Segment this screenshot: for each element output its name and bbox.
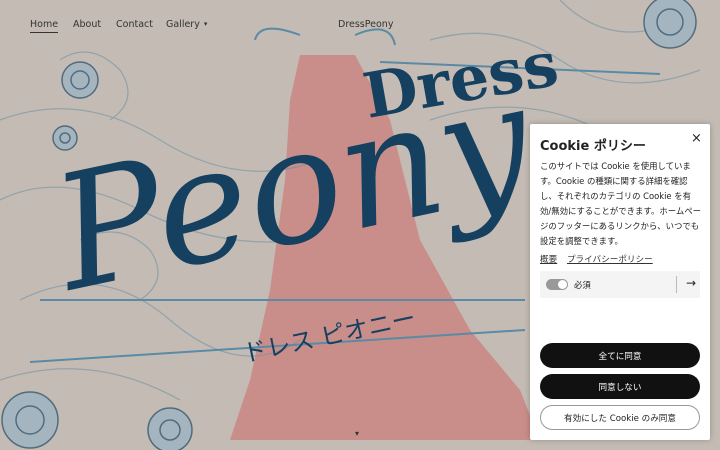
hero-line2: Peony	[37, 47, 548, 328]
nav-about[interactable]: About	[73, 19, 101, 30]
cookie-policy-panel: Cookie ポリシー × このサイトでは Cookie を使用しています。Co…	[530, 124, 710, 440]
toggle-knob	[558, 280, 567, 289]
accept-all-button[interactable]: 全てに同意	[540, 343, 700, 368]
close-icon[interactable]: ×	[691, 132, 702, 145]
cookie-links: 概要 プライバシーポリシー	[540, 253, 660, 265]
overview-link[interactable]: 概要	[540, 255, 557, 265]
nav-gallery[interactable]: Gallery ▾	[166, 19, 207, 30]
arrow-right-icon[interactable]: →	[686, 276, 696, 290]
chevron-down-icon: ▾	[203, 20, 208, 28]
hero-subtitle: ドレス ピオニー	[240, 304, 418, 368]
scroll-down-icon[interactable]: ▾	[355, 429, 359, 438]
category-label: 必須	[574, 280, 591, 290]
cookie-description: このサイトでは Cookie を使用しています。Cookie の種類に関する詳細…	[540, 161, 701, 246]
cookie-title: Cookie ポリシー	[540, 139, 646, 154]
nav-home[interactable]: Home	[30, 19, 59, 33]
nav-contact[interactable]: Contact	[116, 19, 153, 30]
site-brand[interactable]: DressPeony	[338, 19, 393, 30]
accept-selected-button[interactable]: 有効にした Cookie のみ同意	[540, 405, 700, 430]
cookie-category-required: 必須 →	[540, 271, 700, 298]
required-toggle[interactable]	[546, 279, 568, 290]
nav-gallery-label: Gallery	[166, 19, 200, 30]
row-divider	[676, 276, 677, 293]
reject-button[interactable]: 同意しない	[540, 374, 700, 399]
top-navigation: Home About Contact Gallery ▾ DressPeony	[0, 0, 720, 50]
privacy-policy-link[interactable]: プライバシーポリシー	[567, 255, 653, 265]
